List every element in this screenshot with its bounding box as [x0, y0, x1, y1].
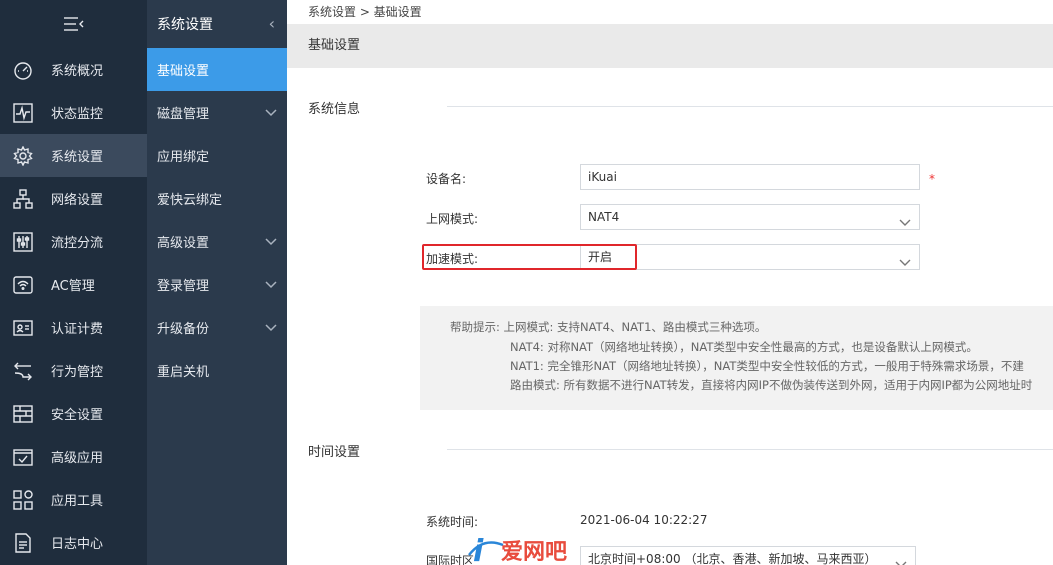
annotation-highlight-box — [422, 244, 637, 270]
gear-icon — [12, 145, 34, 167]
nav-item-label: 应用工具 — [51, 494, 104, 509]
wan-mode-select[interactable]: NAT4 — [580, 204, 920, 230]
nav-item-auth-billing[interactable]: 认证计费 — [0, 306, 147, 349]
subnav-item-label: 应用绑定 — [157, 150, 210, 165]
nav-item-label: 流控分流 — [51, 236, 104, 251]
menu-collapse-icon — [63, 17, 83, 31]
subnav-item-app-binding[interactable]: 应用绑定 — [147, 134, 287, 177]
main-content: 系统设置 > 基础设置 基础设置 系统信息 设备名: iKuai * 上网模式:… — [287, 0, 1053, 565]
nav-item-log-center[interactable]: 日志中心 — [0, 521, 147, 564]
nav-item-label: 安全设置 — [51, 408, 104, 423]
chevron-down-icon — [265, 106, 277, 118]
subnav-item-label: 高级设置 — [157, 236, 210, 251]
nav-item-label: 系统设置 — [51, 150, 104, 165]
chevron-down-icon — [899, 212, 911, 226]
nav-item-system-settings[interactable]: 系统设置 — [0, 134, 147, 177]
help-line: 帮助提示: 上网模式: 支持NAT4、NAT1、路由模式三种选项。 — [450, 320, 767, 334]
secondary-sidebar-header: 系统设置 ‹ — [147, 0, 287, 48]
monitor-icon — [12, 102, 34, 124]
system-time-label: 系统时间: — [426, 515, 479, 529]
nav-item-status-monitor[interactable]: 状态监控 — [0, 91, 147, 134]
secondary-sidebar-title: 系统设置 — [157, 17, 213, 33]
wifi-icon — [12, 274, 34, 296]
arrows-icon — [12, 360, 34, 382]
page-title: 基础设置 — [287, 24, 1053, 68]
collapse-icon[interactable]: ‹ — [269, 14, 275, 33]
subnav-item-ikuai-cloud-binding[interactable]: 爱快云绑定 — [147, 177, 287, 220]
section-divider — [447, 106, 1053, 107]
subnav-item-label: 基础设置 — [157, 64, 210, 79]
nav-item-label: 状态监控 — [51, 107, 104, 122]
nav-item-overview[interactable]: 系统概况 — [0, 48, 147, 91]
chevron-down-icon — [899, 252, 911, 266]
wan-mode-value: NAT4 — [588, 210, 620, 224]
chevron-down-icon — [265, 235, 277, 247]
device-name-label: 设备名: — [426, 172, 467, 186]
chevron-down-icon — [265, 321, 277, 333]
nav-item-label: AC管理 — [51, 279, 95, 294]
subnav-item-upgrade-backup[interactable]: 升级备份 — [147, 306, 287, 349]
subnav-item-label: 磁盘管理 — [157, 107, 210, 122]
subnav-item-disk-management[interactable]: 磁盘管理 — [147, 91, 287, 134]
nav-item-flow-control[interactable]: 流控分流 — [0, 220, 147, 263]
secondary-sidebar: 系统设置 ‹ 基础设置 磁盘管理 应用绑定 爱快云绑定 高级设置 登录管理 升级… — [147, 0, 287, 565]
nav-item-behavior-control[interactable]: 行为管控 — [0, 349, 147, 392]
nav-item-label: 认证计费 — [51, 322, 104, 337]
nav-item-advanced-apps[interactable]: 高级应用 — [0, 435, 147, 478]
grid-icon — [12, 489, 34, 511]
section-title-time-settings: 时间设置 — [308, 445, 361, 460]
nav-item-ac-management[interactable]: AC管理 — [0, 263, 147, 306]
nav-item-label: 行为管控 — [51, 365, 104, 380]
chevron-down-icon — [265, 278, 277, 290]
subnav-item-reboot-shutdown[interactable]: 重启关机 — [147, 349, 287, 392]
nav-item-label: 高级应用 — [51, 451, 104, 466]
nav-item-network-settings[interactable]: 网络设置 — [0, 177, 147, 220]
timezone-value: 北京时间+08:00 （北京、香港、新加坡、马来西亚） — [588, 552, 877, 565]
subnav-item-advanced-settings[interactable]: 高级设置 — [147, 220, 287, 263]
required-mark: * — [929, 172, 935, 186]
nav-item-label: 网络设置 — [51, 193, 104, 208]
subnav-item-label: 升级备份 — [157, 322, 210, 337]
help-line: 路由模式: 所有数据不进行NAT转发，直接将内网IP不做伪装传送到外网，适用于内… — [510, 378, 1033, 392]
subnav-item-login-management[interactable]: 登录管理 — [147, 263, 287, 306]
watermark-logo: i 爱网吧 — [467, 533, 627, 565]
primary-sidebar: 系统概况 状态监控 系统设置 网络设置 流控分流 AC管理 认证计费 行为管控 … — [0, 0, 147, 565]
id-card-icon — [12, 317, 34, 339]
breadcrumb: 系统设置 > 基础设置 — [308, 5, 422, 19]
subnav-item-label: 重启关机 — [157, 365, 210, 380]
nav-item-label: 日志中心 — [51, 537, 104, 552]
subnav-item-label: 爱快云绑定 — [157, 193, 223, 208]
chevron-down-icon — [895, 554, 907, 565]
wan-mode-label: 上网模式: — [426, 212, 479, 226]
section-divider — [447, 449, 1053, 450]
firewall-icon — [12, 403, 34, 425]
dashboard-icon — [12, 59, 34, 81]
network-icon — [12, 188, 34, 210]
device-name-input[interactable]: iKuai — [580, 164, 920, 190]
nav-item-label: 系统概况 — [51, 64, 104, 79]
sliders-icon — [12, 231, 34, 253]
watermark-text: 爱网吧 — [501, 540, 567, 565]
document-icon — [12, 532, 34, 554]
menu-toggle-button[interactable] — [0, 0, 147, 48]
subnav-item-label: 登录管理 — [157, 279, 210, 294]
system-time-value: 2021-06-04 10:22:27 — [580, 513, 708, 527]
help-line: NAT4: 对称NAT（网络地址转换），NAT类型中安全性最高的方式，也是设备默… — [510, 340, 978, 354]
timezone-select[interactable]: 北京时间+08:00 （北京、香港、新加坡、马来西亚） — [580, 546, 916, 565]
nav-item-app-tools[interactable]: 应用工具 — [0, 478, 147, 521]
help-line: NAT1: 完全锥形NAT（网络地址转换），NAT类型中安全性较低的方式，一般用… — [510, 359, 1024, 373]
nav-item-security[interactable]: 安全设置 — [0, 392, 147, 435]
check-box-icon — [12, 446, 34, 468]
subnav-item-basic-settings[interactable]: 基础设置 — [147, 48, 287, 91]
section-title-system-info: 系统信息 — [308, 102, 361, 117]
help-panel: 帮助提示: 上网模式: 支持NAT4、NAT1、路由模式三种选项。 NAT4: … — [420, 306, 1053, 410]
